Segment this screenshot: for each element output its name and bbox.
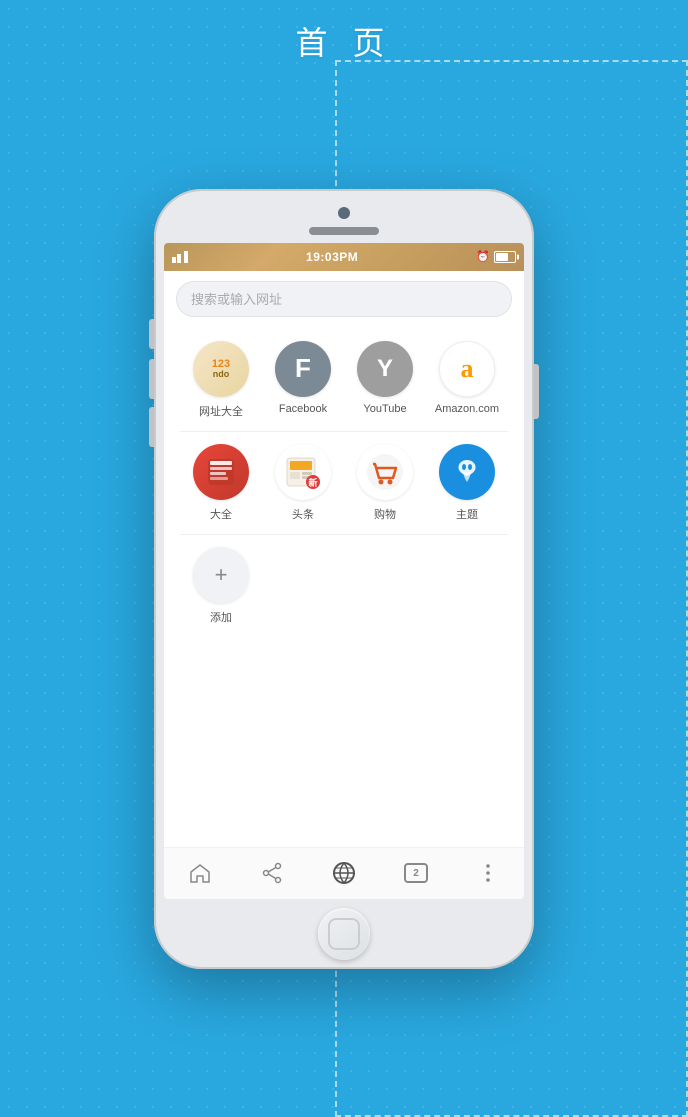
shortcut-toutiao[interactable]: 新 头条: [268, 444, 338, 522]
daquan-icon: [193, 444, 249, 500]
theme-icon: [439, 444, 495, 500]
shortcut-youtube[interactable]: Y YouTube: [350, 341, 420, 419]
home-button[interactable]: [318, 908, 370, 960]
amazon-logo: a: [461, 354, 474, 384]
tabs-badge: 2: [404, 863, 428, 883]
shortcut-theme[interactable]: 主题: [432, 444, 502, 522]
clock-icon: ⏰: [476, 250, 490, 263]
daquan-label: 大全: [210, 506, 232, 522]
row-divider-2: [180, 534, 508, 535]
shortcut-daquan[interactable]: 大全: [186, 444, 256, 522]
phone-frame: 19:03PM ⏰ 搜索或输入网址 123: [154, 189, 534, 969]
browser-nav-button[interactable]: [324, 853, 364, 893]
phone-bottom: [154, 899, 534, 969]
speaker: [309, 227, 379, 235]
facebook-icon: F: [275, 341, 331, 397]
youtube-label: YouTube: [363, 403, 406, 415]
shopping-label: 购物: [374, 506, 396, 522]
shortcuts-container: 123 ndo 网址大全 F Facebook Y YouTube: [164, 325, 524, 847]
shortcut-shopping[interactable]: 购物: [350, 444, 420, 522]
camera: [338, 207, 350, 219]
shortcuts-row-1: 123 ndo 网址大全 F Facebook Y YouTube: [164, 333, 524, 427]
search-placeholder: 搜索或输入网址: [191, 289, 282, 308]
row-divider-1: [180, 431, 508, 432]
theme-svg: [447, 452, 487, 492]
daquan-svg: [204, 455, 238, 489]
add-icon: +: [193, 547, 249, 603]
phone-screen: 19:03PM ⏰ 搜索或输入网址 123: [164, 243, 524, 899]
home-nav-button[interactable]: [180, 853, 220, 893]
page-title: 首 页: [296, 18, 393, 64]
theme-label: 主题: [456, 506, 478, 522]
bottom-nav: 2: [164, 847, 524, 899]
power-button: [534, 364, 539, 419]
svg-text:新: 新: [308, 477, 317, 488]
shortcut-add[interactable]: + 添加: [186, 547, 256, 625]
toutiao-icon: 新: [275, 444, 331, 500]
shortcut-wangzhi[interactable]: 123 ndo 网址大全: [186, 341, 256, 419]
battery-fill: [496, 253, 508, 261]
shortcut-facebook[interactable]: F Facebook: [268, 341, 338, 419]
shortcut-amazon[interactable]: a Amazon.com: [432, 341, 502, 419]
signal-icon: [172, 251, 188, 263]
battery-icon: [494, 251, 516, 263]
shopping-svg: [365, 452, 405, 492]
home-icon: [189, 862, 211, 884]
browser-icon: [331, 860, 357, 886]
more-nav-button[interactable]: [468, 853, 508, 893]
wangzhi-label: 网址大全: [199, 403, 243, 419]
phone-top: [154, 189, 534, 243]
home-button-inner: [328, 918, 360, 950]
add-label: 添加: [210, 609, 232, 625]
amazon-icon: a: [439, 341, 495, 397]
status-right-icons: ⏰: [476, 250, 516, 263]
vol-down-button: [149, 407, 154, 447]
toutiao-svg: 新: [283, 452, 323, 492]
vol-up-button: [149, 359, 154, 399]
wangzhi-icon: 123 ndo: [193, 341, 249, 397]
tabs-nav-button[interactable]: 2: [396, 853, 436, 893]
share-icon: [261, 862, 283, 884]
search-bar-container: 搜索或输入网址: [164, 271, 524, 325]
amazon-label: Amazon.com: [435, 403, 499, 415]
facebook-label: Facebook: [279, 403, 327, 415]
shopping-icon: [357, 444, 413, 500]
shortcuts-row-3: + 添加: [164, 539, 524, 633]
search-bar[interactable]: 搜索或输入网址: [176, 281, 512, 317]
more-icon: [477, 862, 499, 884]
wangzhi-text: ndo: [213, 370, 230, 379]
status-bar: 19:03PM ⏰: [164, 243, 524, 271]
toutiao-label: 头条: [292, 506, 314, 522]
shortcuts-row-2: 大全 新: [164, 436, 524, 530]
status-time: 19:03PM: [306, 250, 358, 264]
share-nav-button[interactable]: [252, 853, 292, 893]
youtube-icon: Y: [357, 341, 413, 397]
signal-bar: [184, 251, 188, 263]
